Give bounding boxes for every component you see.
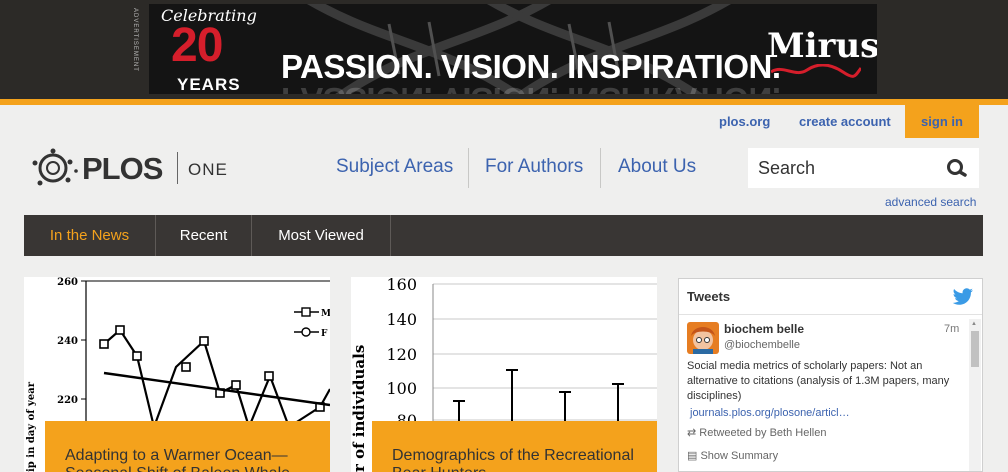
nav-subject-areas[interactable]: Subject Areas bbox=[336, 156, 453, 178]
news-card-caption[interactable]: Demographics of the Recreational Bear Hu… bbox=[372, 421, 657, 472]
tweet-timestamp[interactable]: 7m bbox=[944, 323, 959, 335]
tweets-title: Tweets bbox=[687, 289, 731, 304]
create-account-link[interactable]: create account bbox=[799, 114, 891, 129]
retweet-label[interactable]: Retweeted by Beth Hellen bbox=[699, 427, 826, 439]
ad-years: YEARS bbox=[177, 75, 241, 94]
advertisement-banner[interactable]: Celebrating 20 YEARS PASSION. VISION. IN… bbox=[149, 4, 877, 94]
tab-in-the-news[interactable]: In the News bbox=[24, 215, 155, 256]
y-axis-label: ip in day of year bbox=[26, 381, 37, 472]
show-summary[interactable]: ▤ Show Summary bbox=[687, 449, 778, 462]
advertisement-band: ADVERTISEMENT Celebrating 20 YEARS PASSI… bbox=[0, 0, 1008, 99]
advanced-search-link[interactable]: advanced search bbox=[885, 195, 976, 209]
retweet-info: ⇄ Retweeted by Beth Hellen bbox=[687, 426, 826, 439]
tweets-header: Tweets bbox=[679, 279, 982, 315]
nav-about-us[interactable]: About Us bbox=[618, 156, 696, 178]
legend-label: M bbox=[321, 309, 330, 319]
plos-wordmark[interactable]: PLOS bbox=[82, 151, 163, 187]
avatar[interactable] bbox=[687, 322, 719, 354]
plos-logo-icon[interactable] bbox=[32, 148, 78, 188]
news-card[interactable]: 260 240 220 ip in day of year M F Adapti… bbox=[24, 277, 330, 472]
plos-org-link[interactable]: plos.org bbox=[719, 114, 770, 129]
tab-recent[interactable]: Recent bbox=[156, 215, 251, 256]
tweet-author-name[interactable]: biochem belle bbox=[724, 322, 804, 336]
nav-for-authors[interactable]: For Authors bbox=[485, 156, 583, 178]
tweets-widget: Tweets biochem belle @biochembelle 7m So… bbox=[678, 278, 983, 472]
tab-most-viewed[interactable]: Most Viewed bbox=[252, 215, 390, 256]
y-tick-label: 220 bbox=[57, 395, 78, 406]
legend-label: F bbox=[321, 329, 328, 339]
tab-divider bbox=[390, 215, 391, 256]
summary-icon: ▤ bbox=[687, 450, 701, 462]
y-tick-label: 260 bbox=[57, 277, 78, 288]
tweet-link[interactable]: journals.plos.org/plosone/articl… bbox=[690, 407, 850, 419]
y-tick-label: 100 bbox=[386, 379, 417, 398]
ad-number: 20 bbox=[171, 19, 223, 72]
tweet-text: Social media metrics of scholarly papers… bbox=[687, 360, 950, 402]
scroll-up-arrow-icon[interactable]: ▲ bbox=[971, 321, 977, 327]
nav-divider bbox=[468, 148, 469, 188]
news-card-caption[interactable]: Adapting to a Warmer Ocean—Seasonal Shif… bbox=[45, 421, 330, 472]
news-card[interactable]: 160 140 120 100 80 r of individuals Demo… bbox=[351, 277, 657, 472]
retweet-icon: ⇄ bbox=[687, 427, 700, 439]
sign-in-button[interactable]: sign in bbox=[905, 105, 979, 138]
scrollbar-thumb[interactable] bbox=[971, 331, 979, 367]
journal-name[interactable]: ONE bbox=[188, 160, 228, 180]
y-tick-label: 120 bbox=[386, 345, 417, 364]
advertisement-label: ADVERTISEMENT bbox=[132, 8, 138, 72]
logo-divider bbox=[177, 152, 178, 184]
y-tick-label: 240 bbox=[57, 336, 78, 347]
ad-slogan-reflection: PASSION. VISION. INSPIRATION. bbox=[281, 80, 781, 94]
y-tick-label: 160 bbox=[386, 277, 417, 294]
tweet-author-handle[interactable]: @biochembelle bbox=[724, 339, 800, 351]
ad-brand-logo: Mirus bbox=[767, 26, 877, 66]
nav-divider bbox=[600, 148, 601, 188]
search-icon[interactable] bbox=[944, 156, 968, 180]
brand-wave-icon bbox=[771, 64, 861, 78]
show-summary-label[interactable]: Show Summary bbox=[700, 450, 778, 462]
avatar-image bbox=[687, 322, 719, 354]
header-accent-rule bbox=[0, 99, 1008, 105]
y-tick-label: 140 bbox=[386, 310, 417, 329]
y-axis-label: r of individuals bbox=[351, 345, 368, 472]
twitter-bird-icon[interactable] bbox=[952, 288, 974, 306]
